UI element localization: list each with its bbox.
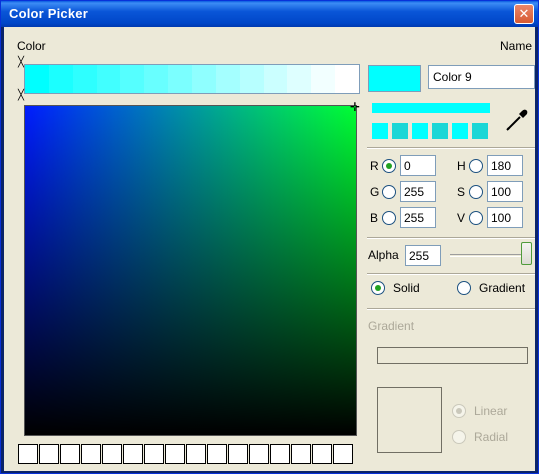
gradient-radio[interactable]	[457, 281, 471, 295]
h-label: H	[457, 159, 466, 173]
shade-swatch[interactable]	[392, 123, 408, 139]
alpha-input[interactable]	[405, 245, 441, 266]
color-label: Color	[17, 39, 46, 53]
r-input[interactable]	[400, 155, 436, 176]
h-radio[interactable]	[469, 159, 483, 173]
shade-swatch[interactable]	[412, 123, 428, 139]
custom-color-slot[interactable]	[144, 444, 164, 464]
gradient-preview-box	[377, 387, 442, 453]
history-color-segment[interactable]	[72, 65, 97, 93]
custom-color-slot[interactable]	[60, 444, 80, 464]
custom-color-slots	[18, 444, 362, 466]
history-color-segment[interactable]	[311, 65, 336, 93]
history-color-segment[interactable]	[335, 65, 360, 93]
shade-swatch[interactable]	[372, 123, 388, 139]
history-color-segment[interactable]	[48, 65, 73, 93]
field-crosshair-icon[interactable]: ✛	[350, 100, 360, 114]
saturation-value-field[interactable]	[24, 105, 357, 436]
title-bar[interactable]: Color Picker ✕	[1, 1, 538, 27]
shade-swatch[interactable]	[472, 123, 488, 139]
custom-color-slot[interactable]	[312, 444, 332, 464]
custom-color-slot[interactable]	[228, 444, 248, 464]
dialog-client-area: Color Name ╳ ╳ ✛	[4, 27, 535, 471]
gradient-section-title: Gradient	[368, 319, 415, 333]
separator	[367, 308, 535, 310]
current-color-swatch	[368, 65, 421, 92]
alpha-slider-track[interactable]	[450, 254, 526, 257]
shade-swatches	[372, 123, 492, 139]
b-label: B	[370, 211, 379, 225]
r-radio[interactable]	[382, 159, 396, 173]
s-radio[interactable]	[469, 185, 483, 199]
history-color-segment[interactable]	[263, 65, 288, 93]
custom-color-slot[interactable]	[123, 444, 143, 464]
g-input[interactable]	[400, 181, 436, 202]
custom-color-slot[interactable]	[165, 444, 185, 464]
custom-color-slot[interactable]	[18, 444, 38, 464]
custom-color-slot[interactable]	[102, 444, 122, 464]
history-color-segment[interactable]	[239, 65, 264, 93]
b-input[interactable]	[400, 207, 436, 228]
history-color-segment[interactable]	[96, 65, 121, 93]
linear-radio[interactable]	[452, 404, 466, 418]
v-label: V	[457, 211, 466, 225]
color-name-input[interactable]	[428, 65, 535, 89]
history-color-segment[interactable]	[215, 65, 240, 93]
custom-color-slot[interactable]	[81, 444, 101, 464]
history-color-segment[interactable]	[287, 65, 312, 93]
gradient-preview-bar	[377, 347, 528, 364]
radial-label: Radial	[474, 430, 509, 444]
custom-color-slot[interactable]	[39, 444, 59, 464]
custom-color-slot[interactable]	[291, 444, 311, 464]
alpha-label: Alpha	[368, 248, 399, 262]
custom-color-slot[interactable]	[333, 444, 353, 464]
eyedropper-icon[interactable]	[504, 107, 530, 133]
b-radio[interactable]	[382, 211, 396, 225]
window-title: Color Picker	[9, 6, 88, 21]
color-picker-window: Color Picker ✕ Color Name ╳ ╳ ✛	[0, 0, 539, 474]
alpha-slider-thumb[interactable]	[521, 242, 532, 265]
custom-color-slot[interactable]	[270, 444, 290, 464]
h-input[interactable]	[487, 155, 523, 176]
hue-strip[interactable]	[372, 103, 490, 113]
close-icon: ✕	[518, 6, 530, 21]
g-label: G	[370, 185, 380, 199]
v-input[interactable]	[487, 207, 523, 228]
color-history-bar[interactable]	[24, 64, 360, 94]
separator	[367, 273, 535, 275]
history-color-segment[interactable]	[25, 65, 49, 93]
s-input[interactable]	[487, 181, 523, 202]
s-label: S	[457, 185, 466, 199]
v-radio[interactable]	[469, 211, 483, 225]
history-color-segment[interactable]	[192, 65, 216, 93]
solid-radio[interactable]	[371, 281, 385, 295]
solid-label: Solid	[393, 281, 420, 295]
linear-label: Linear	[474, 404, 508, 418]
radial-radio[interactable]	[452, 430, 466, 444]
custom-color-slot[interactable]	[186, 444, 206, 464]
r-label: R	[370, 159, 379, 173]
channel-controls: R H G S B V	[368, 155, 536, 233]
gradient-label: Gradient	[479, 281, 526, 295]
history-color-segment[interactable]	[144, 65, 169, 93]
name-label: Name	[500, 39, 533, 53]
close-button[interactable]: ✕	[514, 4, 534, 24]
separator	[367, 147, 535, 149]
custom-color-slot[interactable]	[207, 444, 227, 464]
history-color-segment[interactable]	[168, 65, 193, 93]
shade-swatch[interactable]	[432, 123, 448, 139]
separator	[367, 237, 535, 239]
history-color-segment[interactable]	[120, 65, 145, 93]
g-radio[interactable]	[382, 185, 396, 199]
custom-color-slot[interactable]	[249, 444, 269, 464]
shade-swatch[interactable]	[452, 123, 468, 139]
history-marker-bottom-icon: ╳	[18, 90, 25, 101]
